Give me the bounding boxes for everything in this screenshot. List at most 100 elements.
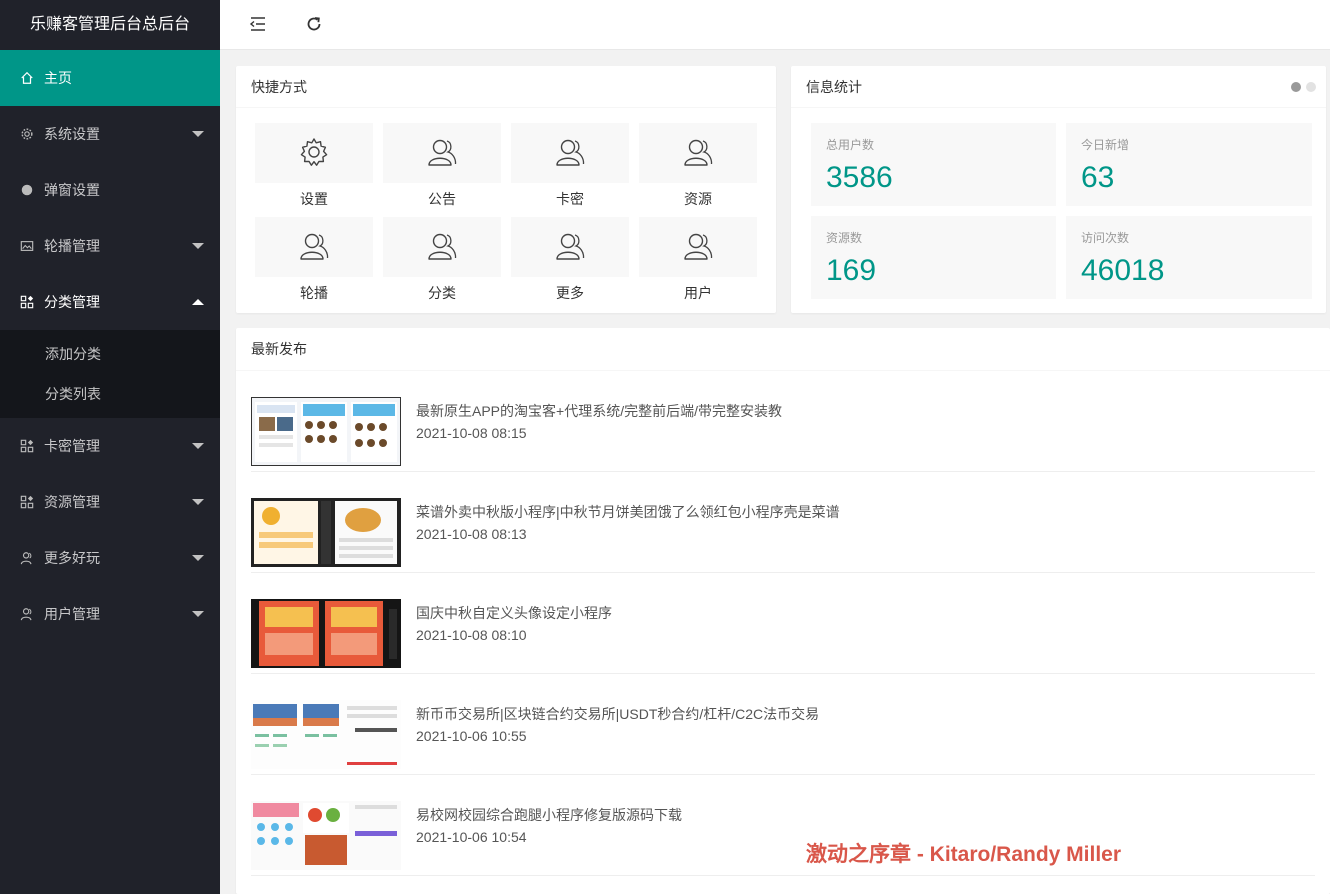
sidebar: 乐赚客管理后台总后台 主页 系统设置 弹窗设置 轮播管理 分类管理 添加分类 分… [0,0,220,894]
top-header [220,0,1330,50]
stat-label: 总用户数 [826,138,875,152]
shortcut-label: 分类 [428,285,456,301]
release-title[interactable]: 最新原生APP的淘宝客+代理系统/完整前后端/带完整安装教 [416,401,782,421]
shortcut-announcement[interactable]: 公告 [383,123,501,209]
stat-value: 3586 [826,161,893,194]
chevron-down-icon [192,499,204,505]
sidebar-item-carousel[interactable]: 轮播管理 [0,218,220,274]
carousel-dot-1[interactable] [1291,82,1301,92]
shortcut-users[interactable]: 用户 [639,217,757,303]
chevron-down-icon [192,555,204,561]
stats-card: 信息统计 总用户数 3586 今日新增 63 资源数 169 访问次数 4601… [791,66,1326,313]
refresh-icon [305,15,323,36]
stat-label: 今日新增 [1081,138,1130,152]
user-icon [20,607,34,621]
sidebar-item-label: 卡密管理 [44,438,100,454]
sidebar-item-popup-settings[interactable]: 弹窗设置 [0,162,220,218]
release-date: 2021-10-06 10:54 [416,829,527,845]
sidebar-item-label: 系统设置 [44,126,100,142]
user-icon [426,230,458,265]
category-submenu: 添加分类 分类列表 [0,330,220,418]
user-icon [426,136,458,171]
release-thumbnail[interactable] [251,599,401,668]
release-title[interactable]: 国庆中秋自定义头像设定小程序 [416,603,612,623]
shrink-menu-button[interactable] [248,15,268,35]
shortcut-settings[interactable]: 设置 [255,123,373,209]
release-thumbnail[interactable] [251,397,401,466]
shortcut-label: 资源 [684,191,712,207]
shortcut-label: 用户 [684,285,712,301]
release-thumbnail[interactable] [251,801,401,870]
release-item[interactable]: 国庆中秋自定义头像设定小程序 2021-10-08 08:10 [251,573,1315,674]
home-icon [20,71,34,85]
sidebar-item-category[interactable]: 分类管理 [0,274,220,330]
submenu-item-add-category[interactable]: 添加分类 [0,334,220,374]
stat-visits: 访问次数 46018 [1066,216,1312,299]
stat-label: 访问次数 [1081,231,1130,245]
releases-card-title: 最新发布 [236,328,1330,371]
app-grid-icon [20,295,34,309]
submenu-item-category-list[interactable]: 分类列表 [0,374,220,414]
carousel-indicator [1291,82,1316,92]
user-icon [682,230,714,265]
chevron-up-icon [192,299,204,305]
user-icon [682,136,714,171]
release-date: 2021-10-06 10:55 [416,728,527,744]
shortcut-carousel[interactable]: 轮播 [255,217,373,303]
sidebar-item-label: 更多好玩 [44,550,100,566]
shortcut-label: 公告 [428,191,456,207]
sidebar-item-label: 轮播管理 [44,238,100,254]
release-title[interactable]: 新币币交易所|区块链合约交易所|USDT秒合约/杠杆/C2C法币交易 [416,704,819,724]
sidebar-item-label: 用户管理 [44,606,100,622]
release-item[interactable]: 最新原生APP的淘宝客+代理系统/完整前后端/带完整安装教 2021-10-08… [251,371,1315,472]
app-logo[interactable]: 乐赚客管理后台总后台 [0,0,220,50]
shortcut-label: 设置 [300,191,328,207]
app-grid-icon [20,439,34,453]
release-item[interactable]: 菜谱外卖中秋版小程序|中秋节月饼美团饿了么领红包小程序壳是菜谱 2021-10-… [251,472,1315,573]
refresh-button[interactable] [304,15,324,35]
release-title[interactable]: 菜谱外卖中秋版小程序|中秋节月饼美团饿了么领红包小程序壳是菜谱 [416,502,840,522]
stat-value: 63 [1081,161,1115,194]
release-thumbnail[interactable] [251,700,401,769]
user-icon [20,551,34,565]
sidebar-item-label: 主页 [44,70,72,86]
sidebar-item-label: 资源管理 [44,494,100,510]
stat-value: 169 [826,254,877,287]
chevron-down-icon [192,131,204,137]
latest-releases-card: 最新发布 最新原生APP的淘宝客+代理系统/完整前后端/带完整安装教 2021-… [236,328,1330,894]
stat-label: 资源数 [826,231,863,245]
shortcuts-card-title: 快捷方式 [236,66,776,108]
shortcut-category[interactable]: 分类 [383,217,501,303]
shortcut-label: 轮播 [300,285,328,301]
release-date: 2021-10-08 08:10 [416,627,527,643]
release-date: 2021-10-08 08:13 [416,526,527,542]
release-item[interactable]: 新币币交易所|区块链合约交易所|USDT秒合约/杠杆/C2C法币交易 2021-… [251,674,1315,775]
carousel-dot-2[interactable] [1306,82,1316,92]
gear-icon [298,136,330,171]
user-icon [298,230,330,265]
release-item[interactable]: 易校网校园综合跑腿小程序修复版源码下载 2021-10-06 10:54 [251,775,1315,876]
shortcut-resources[interactable]: 资源 [639,123,757,209]
sidebar-item-system-settings[interactable]: 系统设置 [0,106,220,162]
sidebar-item-card-key[interactable]: 卡密管理 [0,418,220,474]
music-overlay: 激动之序章 - Kitaro/Randy Miller [806,843,1122,866]
release-date: 2021-10-08 08:15 [416,425,527,441]
sidebar-item-home[interactable]: 主页 [0,50,220,106]
shortcut-label: 卡密 [556,191,584,207]
stat-new-today: 今日新增 63 [1066,123,1312,206]
shortcut-more[interactable]: 更多 [511,217,629,303]
user-icon [554,230,586,265]
release-thumbnail[interactable] [251,498,401,567]
shortcut-card-key[interactable]: 卡密 [511,123,629,209]
shortcut-label: 更多 [556,285,584,301]
release-title[interactable]: 易校网校园综合跑腿小程序修复版源码下载 [416,805,682,825]
sidebar-item-user-management[interactable]: 用户管理 [0,586,220,642]
gear-icon [20,127,34,141]
sidebar-item-more-fun[interactable]: 更多好玩 [0,530,220,586]
app-grid-icon [20,495,34,509]
sidebar-item-resources[interactable]: 资源管理 [0,474,220,530]
chevron-down-icon [192,243,204,249]
stats-title: 信息统计 [806,79,862,95]
sidebar-item-label: 分类管理 [44,294,100,310]
stat-total-users: 总用户数 3586 [811,123,1056,206]
